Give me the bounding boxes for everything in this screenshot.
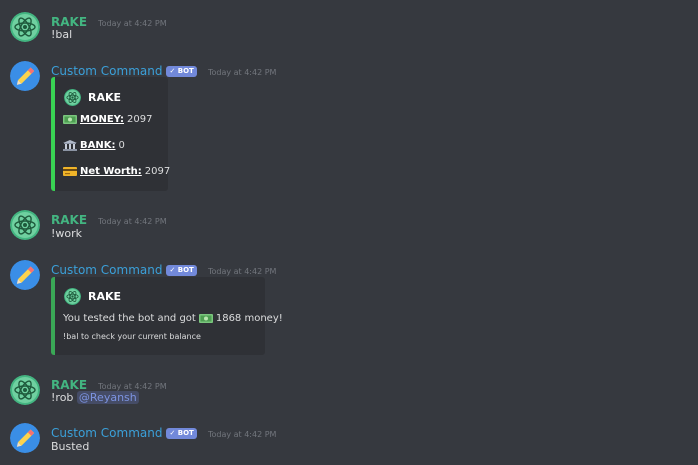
- username[interactable]: RAKE: [51, 378, 87, 392]
- work-hint-line: !bal to check your current balance: [63, 332, 201, 341]
- timestamp: Today at 4:42 PM: [98, 217, 167, 226]
- atom-avatar-icon: [64, 288, 81, 305]
- pencil-avatar-icon: [10, 61, 40, 91]
- net-worth-value: 2097: [144, 166, 171, 177]
- embed-author: RAKE: [64, 89, 121, 106]
- bot-badge: ✓ BOT: [166, 428, 197, 439]
- work-result-line: You tested the bot and got 1868 money!: [63, 313, 283, 324]
- pencil-avatar-icon: [10, 423, 40, 453]
- atom-avatar-icon: [64, 89, 81, 106]
- bot-badge: ✓ BOT: [166, 66, 197, 77]
- bot-avatar[interactable]: [10, 61, 40, 91]
- username[interactable]: RAKE: [51, 15, 87, 29]
- command-text: !rob: [51, 391, 74, 404]
- timestamp: Today at 4:42 PM: [98, 19, 167, 28]
- message-text: !bal: [51, 28, 73, 41]
- money-icon: [198, 314, 213, 323]
- net-worth-field: Net Worth: 2097: [63, 166, 170, 177]
- bank-icon: [63, 140, 77, 151]
- bot-avatar[interactable]: [10, 423, 40, 453]
- money-field: MONEY: 2097: [63, 114, 152, 125]
- bot-badge: ✓ BOT: [166, 265, 197, 276]
- username[interactable]: RAKE: [51, 213, 87, 227]
- work-result-text: You tested the bot and got: [63, 313, 196, 324]
- atom-avatar-icon: [10, 12, 40, 42]
- embed-author-name: RAKE: [88, 290, 122, 303]
- work-amount: 1868 money!: [215, 313, 283, 324]
- bank-field: BANK: 0: [63, 140, 125, 151]
- embed-author-avatar: [64, 288, 81, 305]
- pencil-avatar-icon: [10, 260, 40, 290]
- timestamp: Today at 4:42 PM: [98, 382, 167, 391]
- atom-avatar-icon: [10, 210, 40, 240]
- embed-author-avatar: [64, 89, 81, 106]
- embed-author: RAKE: [64, 288, 121, 305]
- user-avatar[interactable]: [10, 375, 40, 405]
- net-worth-label: Net Worth:: [80, 166, 142, 177]
- bank-label: BANK:: [80, 140, 116, 151]
- message-text: Busted: [51, 440, 90, 453]
- message-text: !rob @Reyansh: [51, 391, 139, 404]
- user-avatar[interactable]: [10, 210, 40, 240]
- bot-username[interactable]: Custom Command: [51, 64, 162, 78]
- timestamp: Today at 4:42 PM: [207, 430, 277, 439]
- message-text: !work: [51, 227, 83, 240]
- bot-username[interactable]: Custom Command: [51, 426, 162, 440]
- timestamp: Today at 4:42 PM: [207, 267, 277, 276]
- timestamp: Today at 4:42 PM: [207, 68, 277, 77]
- atom-avatar-icon: [10, 375, 40, 405]
- credit-card-icon: [63, 167, 77, 176]
- balance-embed: RAKE MONEY: 2097 BANK: 0 Net Worth: 2097: [51, 77, 170, 191]
- money-icon: [63, 115, 77, 124]
- user-avatar[interactable]: [10, 12, 40, 42]
- bank-value: 0: [118, 140, 125, 151]
- money-value: 2097: [127, 114, 153, 125]
- money-label: MONEY:: [80, 114, 125, 125]
- work-embed: RAKE You tested the bot and got 1868 mon…: [51, 277, 283, 355]
- user-mention[interactable]: @Reyansh: [76, 391, 139, 404]
- message-header: RAKE Today at 4:42 PM: [51, 209, 167, 228]
- bot-username[interactable]: Custom Command: [51, 263, 162, 277]
- message-header: Custom Command ✓ BOT Today at 4:42 PM: [51, 422, 276, 441]
- embed-author-name: RAKE: [88, 91, 122, 104]
- bot-avatar[interactable]: [10, 260, 40, 290]
- message-header: Custom Command ✓ BOT Today at 4:42 PM: [51, 259, 276, 278]
